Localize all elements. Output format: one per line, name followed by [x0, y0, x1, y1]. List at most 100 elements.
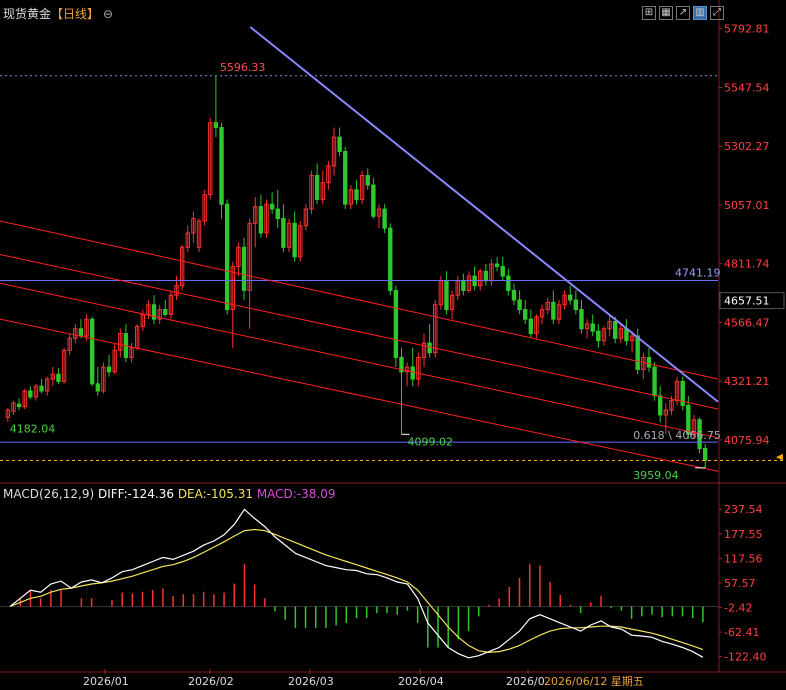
candle-body [39, 385, 44, 392]
low-march-label: 4099.02 [407, 436, 453, 449]
candle-body [106, 366, 112, 373]
draw-icon[interactable]: ↗ [676, 6, 690, 20]
candle-body [281, 218, 286, 248]
candle-body [393, 289, 399, 358]
candle-body [371, 184, 376, 217]
macd-tick-label: 57.57 [724, 577, 756, 590]
price-tick-label: 5792.81 [724, 23, 770, 36]
macd-tick-label: 237.54 [724, 503, 763, 516]
macd-label: MACD(26,12,9) [3, 487, 95, 501]
candle-body [511, 289, 517, 301]
channel-line [0, 282, 719, 439]
fullscreen-icon[interactable]: ⤢ [710, 6, 724, 20]
macd-tick-label: 117.56 [724, 552, 763, 565]
candle-body [382, 208, 387, 229]
macd-dea-value: DEA:-105.31 [177, 487, 253, 501]
candle-body [551, 301, 556, 320]
chart-canvas: 5792.81 5547.54 5302.27 5057.01 4811.74 4566.… [0, 0, 786, 688]
candle-body [613, 321, 618, 339]
candle-body [314, 174, 320, 200]
candle-body [494, 263, 500, 267]
candle-body [163, 309, 168, 315]
candle-body [388, 227, 393, 291]
candle-body [506, 275, 511, 291]
candle-body [703, 447, 708, 461]
fib-label: 0.618 \ 4066.75 [633, 429, 721, 442]
candle-body [461, 280, 466, 291]
candle-body [427, 342, 432, 354]
candle-body [590, 323, 595, 332]
grid-icon[interactable]: ▦ [659, 6, 673, 20]
high-label: 5596.33 [220, 61, 266, 74]
chart-header: 现货黄金【日线】 ⊖ [3, 5, 113, 22]
candle-body [483, 270, 489, 282]
price-tick-label: 5057.01 [724, 199, 770, 212]
candle-body [224, 203, 230, 311]
macd-tick-label: -2.42 [724, 602, 752, 615]
symbol-title: 现货黄金 [3, 7, 52, 21]
candle-body [219, 127, 224, 205]
candle-body [56, 373, 61, 382]
hline-label: 4741.19 [675, 267, 721, 280]
date-label: 2026/01 [83, 675, 129, 688]
macd-tick-label: -62.41 [724, 626, 759, 639]
channel-line [0, 254, 719, 410]
macd-dea-line [9, 528, 704, 654]
price-tick-label: 5302.27 [724, 140, 770, 153]
date-label: 2026/02 [188, 675, 234, 688]
candle-body [78, 328, 84, 337]
candle-body [16, 403, 22, 408]
candle-body [573, 299, 579, 311]
period-label[interactable]: 【日线】 [51, 7, 99, 21]
candle-body [517, 299, 522, 311]
macd-tick-label: -122.40 [724, 651, 766, 664]
candle-body [635, 335, 640, 370]
candle-body [528, 318, 534, 335]
candle-body [579, 309, 584, 330]
candle-body [658, 395, 663, 416]
candle-body [365, 174, 370, 186]
low-recent-label: 3959.04 [633, 469, 679, 482]
price-tick-label: 4811.74 [724, 258, 770, 271]
date-label: 2026/03 [288, 675, 334, 688]
indicator-icon[interactable]: ▥ [693, 6, 707, 20]
macd-tick-label: 177.55 [724, 528, 763, 541]
candle-body [213, 122, 219, 129]
cursor-date-label: 2026/06/12 星期五 [544, 675, 644, 688]
candle-body [568, 294, 573, 301]
price-tick-label: 4321.21 [724, 375, 770, 388]
candle-body [89, 318, 95, 385]
candle-body [646, 356, 652, 368]
current-price-marker: ◀ [776, 452, 783, 462]
candle-body [95, 383, 100, 392]
date-label: 2026/04 [398, 675, 444, 688]
candle-body [343, 151, 348, 205]
candle-body [500, 265, 505, 277]
macd-hist-value: MACD:-38.09 [256, 487, 336, 501]
candle-body [269, 203, 275, 210]
channel-line [0, 318, 719, 472]
downtrend-line [249, 26, 719, 403]
macd-header: MACD(26,12,9) DIFF:-124.36 DEA:-105.31 M… [3, 487, 336, 501]
chart-toolbar: ⊞ ▦ ↗ ▥ ⤢ [642, 6, 724, 20]
price-tick-label: 5547.54 [724, 81, 770, 94]
candle-body [410, 366, 415, 380]
crosshair-icon[interactable]: ⊞ [642, 6, 656, 20]
price-tick-label: 4566.47 [724, 316, 770, 329]
price-tick-label: 4075.94 [724, 434, 770, 447]
candle-body [241, 246, 247, 291]
channel-line [0, 220, 719, 380]
candle-body [596, 330, 601, 342]
candle-body [28, 390, 33, 398]
candle-body [652, 366, 657, 397]
circle-minus-icon[interactable]: ⊖ [103, 7, 113, 21]
macd-diff-value: DIFF:-124.36 [97, 487, 174, 501]
candle-body [354, 189, 359, 200]
candle-body [292, 222, 297, 258]
candle-body [275, 208, 280, 220]
start-label: 4182.04 [10, 422, 56, 435]
date-label: 2026/0 [506, 675, 545, 688]
current-price-label: 4657.51 [724, 295, 770, 308]
candle-body [337, 136, 342, 153]
candle-body [444, 280, 449, 311]
